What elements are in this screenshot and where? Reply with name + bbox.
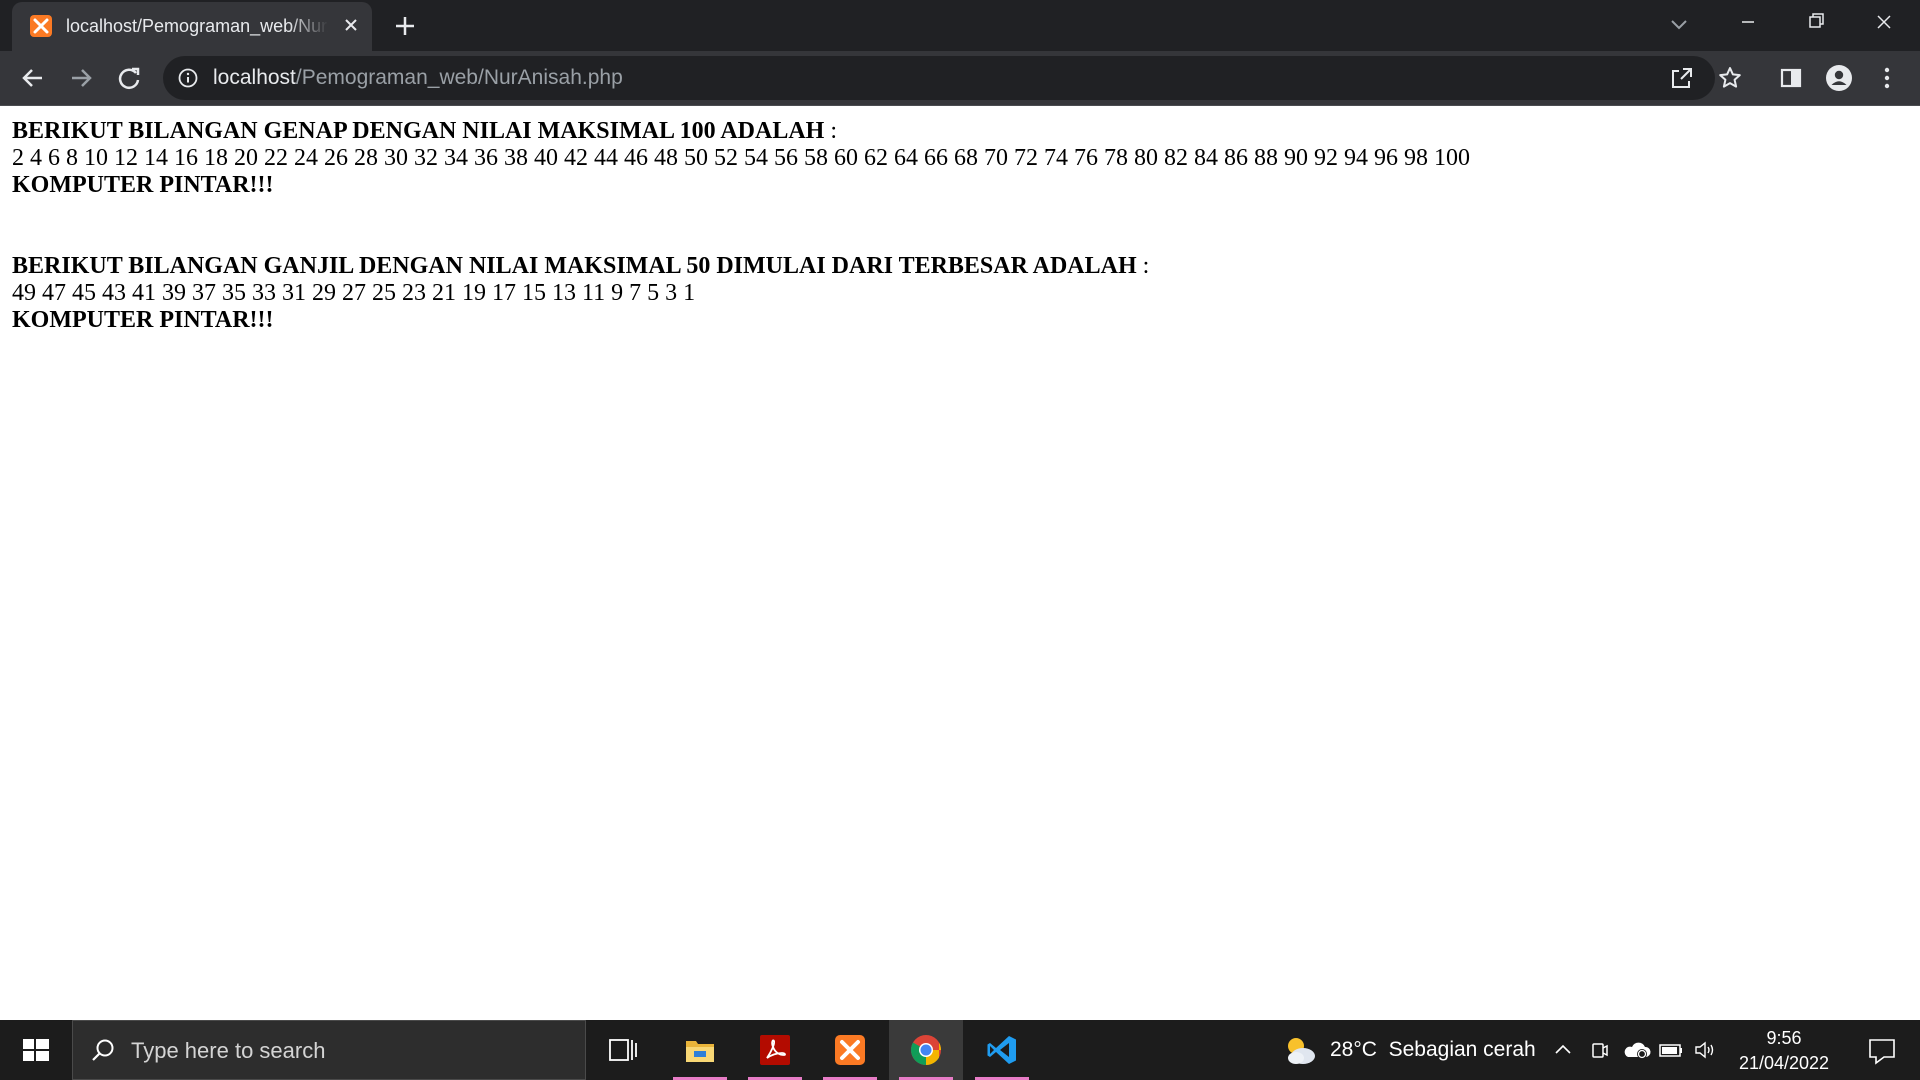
windows-taskbar: Type here to search 28°C Sebagian cerah …	[0, 1020, 1920, 1080]
weather-partly-sunny-icon[interactable]	[1282, 1032, 1318, 1068]
even-numbers-heading-line: BERIKUT BILANGAN GENAP DENGAN NILAI MAKS…	[12, 118, 1470, 145]
task-view-icon[interactable]	[586, 1020, 660, 1080]
restore-window-icon[interactable]	[1782, 0, 1850, 44]
menu-kebab-icon[interactable]	[1870, 61, 1904, 95]
side-panel-icon[interactable]	[1774, 61, 1808, 95]
odd-footer-text: KOMPUTER PINTAR!!!	[12, 307, 274, 333]
bookmark-star-icon[interactable]	[1717, 65, 1743, 91]
search-placeholder: Type here to search	[131, 1038, 326, 1063]
search-icon	[89, 1037, 117, 1065]
reload-icon[interactable]	[112, 61, 146, 95]
url-path: /Pemograman_web/NurAnisah.php	[295, 66, 623, 89]
windows-start-icon[interactable]	[0, 1020, 72, 1080]
close-tab-icon[interactable]	[340, 14, 362, 36]
tab-title-fade	[288, 12, 328, 40]
acrobat-reader-icon[interactable]	[738, 1020, 812, 1080]
weather-condition: Sebagian cerah	[1388, 1038, 1536, 1061]
web-page: BERIKUT BILANGAN GENAP DENGAN NILAI MAKS…	[0, 106, 1920, 1020]
tab-strip: localhost/Pemograman_web/NurAnisah.php	[0, 0, 1920, 51]
url-host: localhost	[213, 66, 296, 89]
browser-tab[interactable]: localhost/Pemograman_web/NurAnisah.php	[12, 2, 372, 51]
tab-search-chevron-down-icon[interactable]	[1662, 10, 1696, 40]
site-info-icon[interactable]	[177, 67, 199, 89]
odd-numbers-list: 49 47 45 43 41 39 37 35 33 31 29 27 25 2…	[12, 280, 696, 306]
chevron-up-icon[interactable]	[1550, 1038, 1576, 1062]
back-arrow-icon[interactable]	[16, 61, 50, 95]
chrome-icon[interactable]	[889, 1020, 963, 1080]
clock-time: 9:56	[1766, 1028, 1802, 1048]
new-tab-icon[interactable]	[388, 12, 422, 40]
weather-widget[interactable]: 28°C Sebagian cerah	[1330, 1038, 1536, 1062]
vscode-icon[interactable]	[965, 1020, 1039, 1080]
profile-avatar-icon[interactable]	[1822, 61, 1856, 95]
taskbar-clock[interactable]: 9:56 21/04/2022	[1730, 1026, 1838, 1076]
close-window-icon[interactable]	[1850, 0, 1918, 44]
forward-arrow-icon[interactable]	[64, 61, 98, 95]
share-icon[interactable]	[1669, 65, 1695, 91]
page-content: BERIKUT BILANGAN GENAP DENGAN NILAI MAKS…	[12, 118, 1470, 334]
line-break-spacer	[12, 199, 1470, 253]
even-numbers-heading: BERIKUT BILANGAN GENAP DENGAN NILAI MAKS…	[12, 118, 825, 144]
address-bar[interactable]: localhost/Pemograman_web/NurAnisah.php	[163, 56, 1741, 100]
minimize-window-icon[interactable]	[1714, 0, 1782, 44]
taskbar-search-box[interactable]: Type here to search	[72, 1020, 586, 1080]
volume-speaker-icon[interactable]	[1692, 1038, 1718, 1062]
heading-colon: :	[1136, 253, 1150, 279]
odd-numbers-heading-line: BERIKUT BILANGAN GANJIL DENGAN NILAI MAK…	[12, 253, 1470, 280]
even-footer-text: KOMPUTER PINTAR!!!	[12, 172, 274, 198]
browser-toolbar: localhost/Pemograman_web/NurAnisah.php	[0, 51, 1920, 105]
battery-icon[interactable]	[1658, 1038, 1684, 1062]
meet-now-camera-icon[interactable]	[1587, 1038, 1613, 1062]
odd-numbers-heading: BERIKUT BILANGAN GANJIL DENGAN NILAI MAK…	[12, 253, 1137, 279]
heading-colon: :	[824, 118, 838, 144]
xampp-icon[interactable]	[813, 1020, 887, 1080]
clock-date: 21/04/2022	[1738, 1053, 1830, 1073]
even-numbers-list: 2 4 6 8 10 12 14 16 18 20 22 24 26 28 30…	[12, 145, 1470, 171]
weather-temperature: 28°C	[1330, 1038, 1377, 1061]
file-explorer-icon[interactable]	[663, 1020, 737, 1080]
xampp-favicon-icon	[30, 15, 52, 37]
onedrive-cloud-icon[interactable]	[1622, 1038, 1651, 1062]
url-text[interactable]: localhost/Pemograman_web/NurAnisah.php	[213, 65, 623, 91]
notification-center-icon[interactable]	[1854, 1020, 1910, 1080]
